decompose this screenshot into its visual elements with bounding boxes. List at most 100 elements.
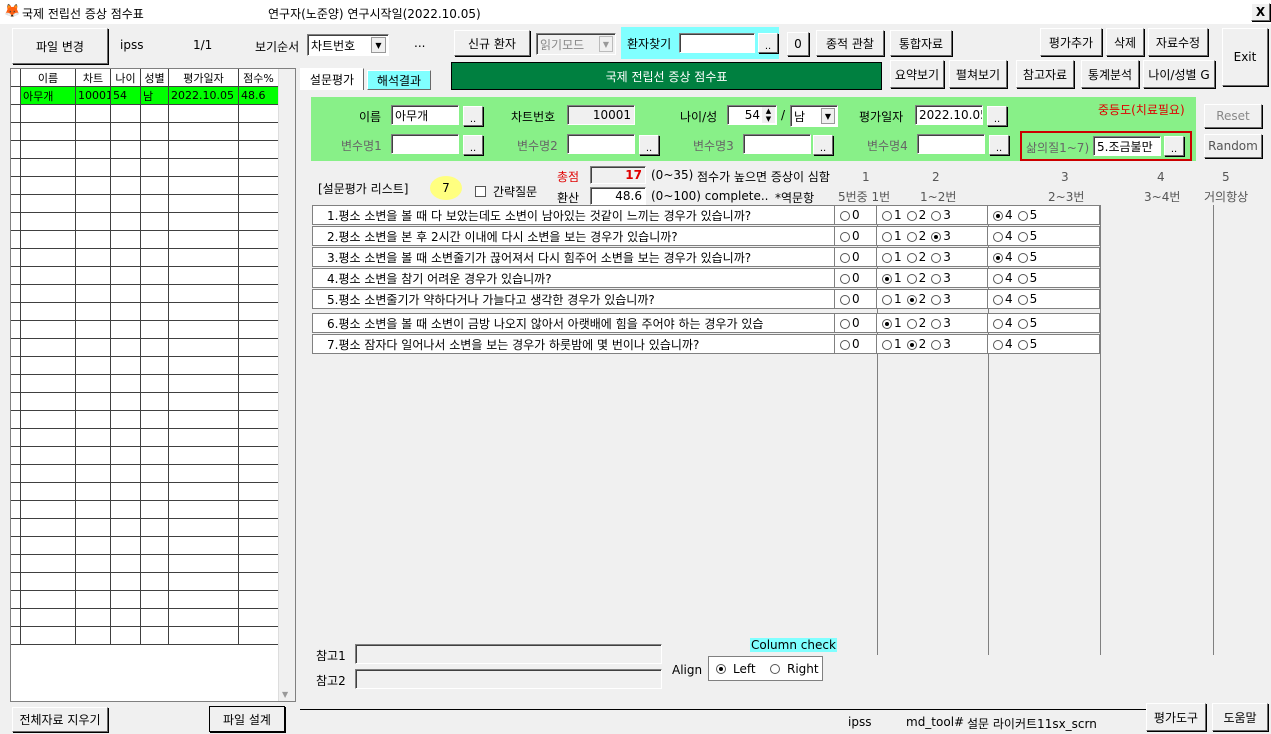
table-cell[interactable]	[239, 249, 279, 267]
table-cell[interactable]	[111, 411, 141, 429]
table-cell[interactable]	[21, 177, 76, 195]
table-cell[interactable]	[141, 501, 169, 519]
table-cell[interactable]	[169, 411, 239, 429]
date-dots-button[interactable]: ..	[987, 106, 1007, 126]
table-cell[interactable]	[11, 519, 21, 537]
table-cell[interactable]	[239, 573, 279, 591]
chevron-down-icon[interactable]: ▼	[371, 37, 386, 53]
table-cell[interactable]	[11, 429, 21, 447]
table-cell[interactable]	[169, 213, 239, 231]
table-cell[interactable]	[169, 357, 239, 375]
option-5[interactable]: 5	[1017, 229, 1037, 243]
table-cell[interactable]	[141, 411, 169, 429]
radio-button[interactable]	[882, 294, 892, 305]
table-cell[interactable]	[76, 321, 111, 339]
option-4[interactable]: 4	[993, 292, 1013, 306]
table-cell[interactable]	[76, 249, 111, 267]
table-row[interactable]	[11, 105, 295, 123]
var2-field[interactable]	[567, 134, 635, 154]
radio-button[interactable]	[906, 252, 917, 263]
radio-button[interactable]	[882, 318, 892, 329]
table-cell[interactable]	[169, 555, 239, 573]
table-cell[interactable]	[141, 537, 169, 555]
table-cell[interactable]	[76, 609, 111, 627]
radio-button[interactable]	[840, 252, 850, 263]
option-0[interactable]: 0	[840, 208, 860, 222]
add-eval-button[interactable]: 평가추가	[1040, 28, 1102, 56]
table-cell[interactable]	[21, 627, 76, 645]
age-field[interactable]: 54 ▲ ▼	[727, 105, 777, 125]
table-cell[interactable]	[239, 195, 279, 213]
table-cell[interactable]	[141, 591, 169, 609]
radio-button[interactable]	[993, 339, 1003, 350]
option-2[interactable]: 2	[906, 250, 926, 264]
table-cell[interactable]	[239, 555, 279, 573]
radio-button[interactable]	[931, 252, 942, 263]
table-cell[interactable]	[169, 105, 239, 123]
table-cell[interactable]	[11, 195, 21, 213]
table-cell[interactable]	[76, 375, 111, 393]
table-cell[interactable]	[21, 519, 76, 537]
column-check-label[interactable]: Column check	[750, 638, 837, 652]
brief-checkbox[interactable]	[475, 186, 486, 197]
table-cell[interactable]	[76, 447, 111, 465]
grid-header-cell[interactable]: 이름	[21, 69, 76, 87]
table-cell[interactable]	[169, 609, 239, 627]
scroll-down-icon[interactable]: ▼	[282, 690, 288, 699]
patient-grid[interactable]: 이름 차트 나이 성별 평가일자 점수% 아무개 10001 54 남 2022…	[10, 68, 296, 702]
grid-header-cell[interactable]: 평가일자	[169, 69, 239, 87]
table-cell[interactable]	[11, 375, 21, 393]
option-2[interactable]: 2	[906, 229, 926, 243]
table-cell[interactable]	[76, 357, 111, 375]
table-cell[interactable]	[169, 483, 239, 501]
table-row[interactable]: 아무개 10001 54 남 2022.10.05 48.6	[11, 87, 295, 105]
table-cell[interactable]	[111, 195, 141, 213]
option-0[interactable]: 0	[840, 337, 860, 351]
table-cell[interactable]	[169, 447, 239, 465]
table-cell[interactable]	[239, 375, 279, 393]
table-row[interactable]	[11, 321, 295, 339]
table-cell[interactable]	[169, 537, 239, 555]
radio-button[interactable]	[840, 339, 850, 350]
table-cell[interactable]	[21, 465, 76, 483]
table-cell[interactable]	[11, 447, 21, 465]
table-cell[interactable]	[76, 429, 111, 447]
table-cell[interactable]	[21, 123, 76, 141]
table-cell[interactable]	[239, 609, 279, 627]
radio-button[interactable]	[882, 339, 892, 350]
table-row[interactable]	[11, 357, 295, 375]
table-cell[interactable]	[239, 357, 279, 375]
option-3[interactable]: 3	[931, 337, 951, 351]
expand-view-button[interactable]: 펼쳐보기	[949, 60, 1007, 88]
table-cell[interactable]	[239, 105, 279, 123]
option-1[interactable]: 1	[882, 208, 902, 222]
option-4[interactable]: 4	[993, 337, 1013, 351]
close-button[interactable]: X	[1251, 3, 1270, 21]
radio-button[interactable]	[882, 252, 892, 263]
table-cell[interactable]	[76, 339, 111, 357]
option-4[interactable]: 4	[993, 250, 1013, 264]
table-cell[interactable]	[169, 231, 239, 249]
table-cell[interactable]	[141, 213, 169, 231]
option-1[interactable]: 1	[882, 316, 902, 330]
table-cell[interactable]	[111, 501, 141, 519]
table-row[interactable]	[11, 537, 295, 555]
table-cell[interactable]	[11, 123, 21, 141]
table-cell[interactable]	[239, 123, 279, 141]
option-4[interactable]: 4	[993, 316, 1013, 330]
table-row[interactable]	[11, 447, 295, 465]
table-cell[interactable]	[111, 105, 141, 123]
var2-dots-button[interactable]: ..	[639, 135, 659, 155]
option-3[interactable]: 3	[931, 208, 951, 222]
table-cell[interactable]	[11, 321, 21, 339]
table-cell[interactable]	[11, 591, 21, 609]
radio-button[interactable]	[1017, 294, 1028, 305]
file-setup-button[interactable]: 파일 설계	[209, 706, 285, 732]
table-cell[interactable]	[111, 213, 141, 231]
table-cell[interactable]	[21, 141, 76, 159]
option-5[interactable]: 5	[1017, 208, 1037, 222]
table-cell[interactable]	[11, 357, 21, 375]
radio-button[interactable]	[906, 273, 917, 284]
table-cell[interactable]	[239, 231, 279, 249]
table-cell[interactable]	[111, 177, 141, 195]
